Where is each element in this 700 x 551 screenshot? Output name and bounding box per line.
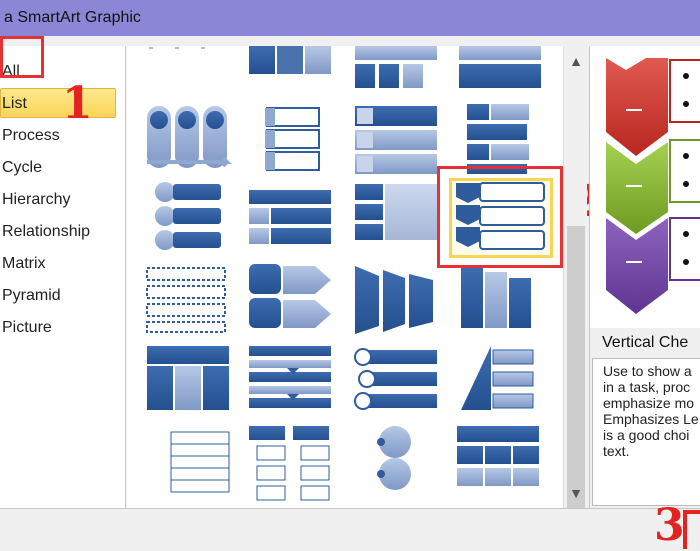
description-line: is a good choi (603, 427, 690, 443)
category-picture[interactable]: Picture (0, 313, 126, 343)
description-line: text. (603, 443, 630, 459)
layout-thumbnail[interactable] (355, 184, 437, 240)
layout-thumbnail[interactable] (265, 107, 320, 171)
category-hierarchy[interactable]: Hierarchy (0, 185, 126, 215)
description-line: Use to show a (603, 363, 692, 379)
layout-gallery (127, 46, 563, 508)
layout-thumbnail[interactable] (146, 267, 226, 333)
annotation-box-2 (437, 166, 563, 268)
category-relationship[interactable]: Relationship (0, 217, 126, 247)
layout-thumbnail[interactable] (377, 426, 411, 490)
chevron-down-icon[interactable]: ▼ (567, 484, 585, 502)
category-matrix[interactable]: Matrix (0, 249, 126, 279)
layout-thumbnail[interactable] (249, 346, 331, 408)
layout-thumbnail[interactable] (147, 106, 232, 168)
layout-thumbnail[interactable] (170, 431, 230, 493)
description-line: in a task, proc (603, 379, 691, 395)
layout-thumbnail[interactable] (355, 106, 437, 174)
gallery-scrollbar[interactable]: ▲ ▼ (563, 46, 587, 526)
layout-thumbnail[interactable] (155, 182, 221, 250)
layout-thumbnail[interactable] (461, 346, 534, 410)
layout-thumbnail[interactable] (461, 266, 531, 328)
chevron-up-icon[interactable]: ▲ (567, 52, 585, 70)
layout-thumbnail[interactable] (355, 266, 433, 334)
layout-thumbnail[interactable] (147, 346, 229, 410)
layout-thumbnail[interactable] (249, 190, 331, 244)
scroll-thumb[interactable] (567, 226, 585, 526)
annotation-box-3 (683, 510, 700, 549)
layout-thumbnail[interactable] (354, 348, 437, 410)
layout-preview (590, 46, 700, 328)
annotation-number-3: 3 (654, 500, 685, 551)
category-pyramid[interactable]: Pyramid (0, 281, 126, 311)
layout-thumbnail[interactable] (249, 426, 330, 501)
layout-thumbnail[interactable] (355, 46, 437, 88)
description-line: emphasize mo (603, 395, 695, 411)
layout-title: Vertical Che (602, 334, 689, 351)
dialog-footer (0, 508, 700, 549)
window-title: a SmartArt Graphic (0, 0, 700, 36)
layout-thumbnail[interactable] (467, 104, 529, 174)
annotation-number-1: 1 (62, 78, 93, 129)
layout-thumbnail[interactable] (249, 264, 331, 328)
layout-thumbnails (146, 46, 541, 501)
chevron-preview-graphic (606, 58, 700, 314)
layout-thumbnail[interactable] (249, 46, 331, 74)
description-line: Emphasizes Le (603, 411, 699, 427)
details-panel: Vertical Che Use to show a in a task, pr… (589, 46, 700, 508)
annotation-box-1 (0, 36, 44, 78)
layout-thumbnail[interactable] (459, 46, 541, 88)
category-cycle[interactable]: Cycle (0, 153, 126, 183)
layout-description: Use to show a in a task, proc emphasize … (592, 358, 700, 506)
layout-thumbnail[interactable] (457, 426, 539, 486)
